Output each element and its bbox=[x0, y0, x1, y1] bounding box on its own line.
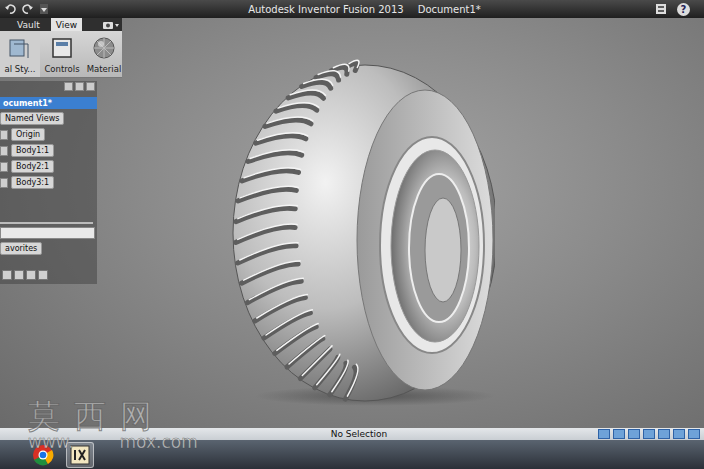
view-control-button[interactable] bbox=[598, 429, 610, 439]
help-button[interactable]: ? bbox=[677, 3, 690, 16]
camera-icon bbox=[102, 20, 120, 30]
chrome-icon bbox=[32, 444, 54, 466]
tire-icon bbox=[225, 58, 495, 408]
browser-item-label: Origin bbox=[11, 128, 45, 141]
named-views-row: Named Views bbox=[0, 112, 97, 125]
visual-style-icon bbox=[8, 36, 32, 60]
ribbon-button-label: Controls bbox=[44, 64, 79, 74]
inventor-icon bbox=[70, 445, 90, 465]
view-control-button[interactable] bbox=[673, 429, 685, 439]
document-title: Document1* bbox=[418, 4, 481, 15]
record-button[interactable] bbox=[14, 270, 24, 280]
ribbon-tabs: Vault View bbox=[0, 18, 122, 31]
browser-item-label: Body2:1 bbox=[11, 160, 54, 173]
ribbon-panel: al Sty... Controls Material bbox=[0, 31, 122, 78]
node-icon bbox=[0, 162, 8, 172]
view-control-button[interactable] bbox=[643, 429, 655, 439]
material-icon bbox=[92, 36, 116, 60]
minimize-button[interactable] bbox=[64, 82, 73, 91]
close-button[interactable] bbox=[86, 82, 95, 91]
redo-icon bbox=[22, 3, 34, 15]
browser-panel: ocument1* Named Views Origin Body1:1 Body2:1… bbox=[0, 81, 97, 284]
browser-item[interactable]: Body1:1 bbox=[0, 144, 97, 157]
named-views-node[interactable]: Named Views bbox=[0, 112, 64, 125]
ribbon-button-label: Material bbox=[87, 64, 122, 74]
view-control-button[interactable] bbox=[688, 429, 700, 439]
document-node[interactable]: ocument1* bbox=[0, 97, 97, 109]
ribbon-button-label: al Sty... bbox=[5, 64, 36, 74]
view-controls bbox=[598, 429, 704, 439]
dropdown-icon bbox=[40, 3, 48, 15]
title-bar: Autodesk Inventor Fusion 2013 Document1*? bbox=[0, 0, 704, 18]
opacity-slider[interactable] bbox=[0, 222, 93, 224]
stop-button[interactable] bbox=[26, 270, 36, 280]
view-control-button[interactable] bbox=[628, 429, 640, 439]
undo-icon bbox=[4, 3, 16, 15]
inventor-button[interactable] bbox=[66, 442, 94, 468]
restore-button[interactable] bbox=[75, 82, 84, 91]
browser-header bbox=[0, 81, 97, 94]
node-icon bbox=[0, 130, 8, 140]
view-control-button[interactable] bbox=[658, 429, 670, 439]
ribbon-button[interactable]: Controls bbox=[42, 31, 82, 77]
window-title: Autodesk Inventor Fusion 2013 Document1* bbox=[114, 4, 655, 15]
ribbon-tab[interactable]: Vault bbox=[12, 18, 45, 31]
browser-item-label: Body1:1 bbox=[11, 144, 54, 157]
app-title: Autodesk Inventor Fusion 2013 bbox=[248, 4, 404, 15]
taskbar bbox=[0, 440, 704, 469]
ribbon-button[interactable]: al Sty... bbox=[0, 31, 40, 77]
browser-toolbar bbox=[0, 270, 97, 280]
view-dropdown[interactable] bbox=[88, 18, 120, 31]
exchange-icon bbox=[655, 3, 667, 15]
play-button[interactable] bbox=[2, 270, 12, 280]
status-text: No Selection bbox=[0, 429, 598, 439]
node-icon bbox=[0, 178, 8, 188]
status-bar: No Selection bbox=[0, 428, 704, 440]
controls-icon bbox=[50, 36, 74, 60]
viewport[interactable]: Vault View al Sty... Controls Material ocumen… bbox=[0, 18, 704, 428]
browser-item[interactable]: Origin bbox=[0, 128, 97, 141]
favorites-row: avorites bbox=[0, 242, 97, 255]
ribbon-tab[interactable]: View bbox=[51, 18, 82, 31]
browser-item[interactable]: Body3:1 bbox=[0, 176, 97, 189]
browser-item-label: Body3:1 bbox=[11, 176, 54, 189]
title-tools: ? bbox=[655, 3, 704, 16]
browser-item[interactable]: Body2:1 bbox=[0, 160, 97, 173]
search-field[interactable] bbox=[0, 227, 95, 239]
favorites-button[interactable]: avorites bbox=[0, 242, 42, 255]
left-column: Vault View al Sty... Controls Material ocumen… bbox=[0, 18, 122, 284]
refresh-button[interactable] bbox=[38, 270, 48, 280]
node-icon bbox=[0, 146, 8, 156]
quick-access bbox=[0, 3, 114, 15]
ribbon-button[interactable]: Material bbox=[84, 31, 124, 77]
tire-model[interactable] bbox=[225, 58, 495, 408]
view-control-button[interactable] bbox=[613, 429, 625, 439]
chrome-button[interactable] bbox=[30, 443, 56, 467]
